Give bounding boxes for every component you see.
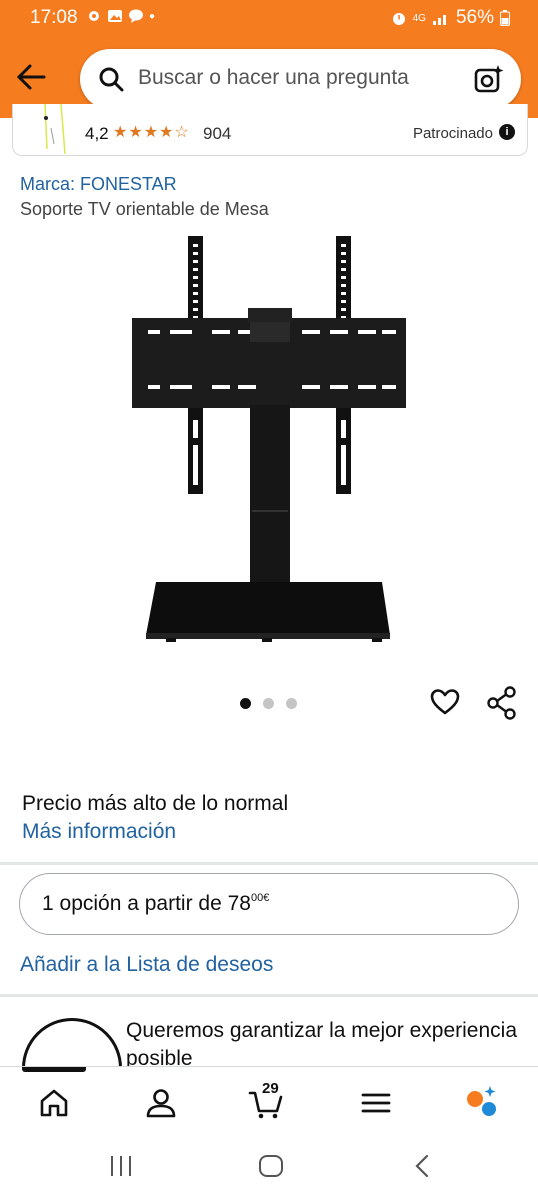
sponsored-product-thumbnail	[44, 104, 66, 154]
alarm-icon	[392, 13, 405, 25]
brand-link[interactable]: Marca: FONESTAR	[20, 174, 177, 195]
active-tab-indicator	[22, 1067, 86, 1072]
sponsored-product-card[interactable]: 4,2 ★★★★☆ 904 Patrocinado i	[12, 104, 528, 156]
image-carousel-dots[interactable]	[240, 698, 297, 709]
cart-count-badge: 29	[262, 1080, 279, 1097]
sponsored-review-count: 904	[203, 124, 232, 143]
share-icon[interactable]	[486, 686, 518, 720]
dot-indicator-icon: ●	[149, 10, 156, 22]
recent-apps-icon[interactable]	[108, 1154, 134, 1178]
home-button-icon[interactable]	[258, 1154, 284, 1178]
star-rating-icon: ★★★★☆	[113, 124, 190, 141]
offer-currency: €	[263, 892, 270, 904]
search-input[interactable]: Buscar o hacer una pregunta	[138, 66, 409, 90]
product-title: Soporte TV orientable de Mesa	[20, 199, 269, 219]
promo-text: Queremos garantizar la mejor experiencia…	[126, 1019, 518, 1070]
back-button-icon[interactable]	[412, 1154, 432, 1178]
carousel-dot[interactable]	[286, 698, 297, 709]
signal-icon	[432, 15, 446, 25]
status-system-icons: 4G 56%	[391, 7, 510, 29]
network-label: 4G	[412, 12, 426, 24]
offer-prefix: 1 opción a partir de	[42, 892, 228, 915]
home-icon[interactable]	[36, 1085, 72, 1121]
feedback-promo[interactable]: Queremos garantizar la mejor experiencia…	[0, 1000, 538, 1070]
more-info-link[interactable]: Más información	[22, 820, 176, 844]
offers-button[interactable]: 1 opción a partir de 7800€	[19, 873, 519, 935]
arrow-left-icon[interactable]	[14, 62, 48, 92]
section-divider	[0, 994, 538, 997]
status-notification-icons: ●	[86, 8, 155, 24]
search-bar[interactable]: Buscar o hacer una pregunta	[80, 49, 521, 109]
assistant-icon[interactable]	[464, 1085, 500, 1121]
offer-price-whole: 78	[227, 892, 251, 915]
system-navigation-bar	[0, 1134, 538, 1200]
add-to-wishlist-link[interactable]: Añadir a la Lista de deseos	[20, 953, 273, 977]
info-icon[interactable]: i	[499, 124, 515, 140]
price-notice: Precio más alto de lo normal	[22, 792, 289, 815]
settings-icon	[89, 11, 99, 21]
promo-illustration	[22, 1018, 122, 1070]
product-image[interactable]	[120, 230, 420, 650]
offer-text: 1 opción a partir de 7800€	[42, 892, 269, 916]
sponsored-label: Patrocinado	[412, 125, 493, 142]
status-bar: 17:08 ● 4G 56%	[0, 0, 538, 38]
offer-price-fraction: 00	[250, 892, 264, 904]
gallery-icon	[108, 10, 122, 22]
status-time: 17:08	[30, 7, 78, 28]
battery-percent: 56%	[455, 7, 494, 28]
chat-icon	[129, 9, 143, 23]
account-icon[interactable]	[143, 1085, 179, 1121]
camera-search-icon[interactable]	[473, 63, 505, 95]
carousel-dot[interactable]	[240, 698, 251, 709]
sponsored-rating: 4,2	[85, 124, 109, 143]
menu-icon[interactable]	[358, 1085, 394, 1121]
battery-icon	[500, 10, 510, 26]
heart-icon[interactable]	[429, 686, 461, 718]
bottom-navigation: 29	[0, 1066, 538, 1134]
search-icon	[99, 67, 124, 92]
section-divider	[0, 862, 538, 865]
carousel-dot[interactable]	[263, 698, 274, 709]
